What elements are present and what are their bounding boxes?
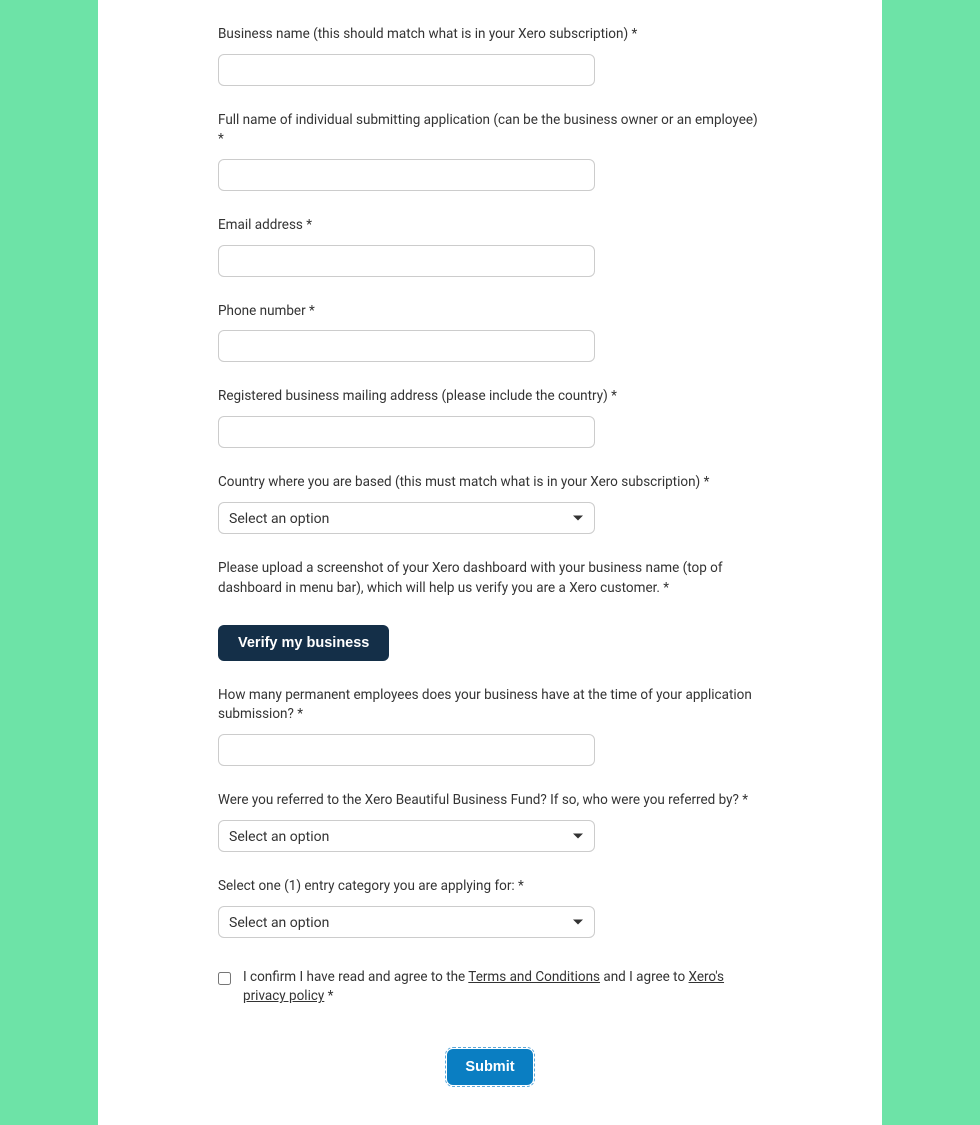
confirm-post: *	[324, 988, 333, 1004]
field-employees: How many permanent employees does your b…	[218, 661, 762, 766]
label-full-name: Full name of individual submitting appli…	[218, 111, 762, 149]
input-full-name[interactable]	[218, 159, 595, 191]
application-form: Business name (this should match what is…	[98, 0, 882, 1125]
upload-instruction: Please upload a screenshot of your Xero …	[218, 559, 762, 598]
field-referred: Were you referred to the Xero Beautiful …	[218, 766, 762, 852]
confirm-checkbox[interactable]	[218, 972, 231, 985]
field-phone: Phone number *	[218, 277, 762, 363]
input-mailing-address[interactable]	[218, 416, 595, 448]
field-mailing-address: Registered business mailing address (ple…	[218, 362, 762, 448]
label-employees: How many permanent employees does your b…	[218, 686, 762, 724]
submit-button[interactable]: Submit	[447, 1049, 532, 1085]
input-phone[interactable]	[218, 330, 595, 362]
field-category: Select one (1) entry category you are ap…	[218, 852, 762, 938]
select-referred[interactable]: Select an option	[218, 820, 595, 852]
input-business-name[interactable]	[218, 54, 595, 86]
label-country: Country where you are based (this must m…	[218, 473, 762, 492]
terms-link[interactable]: Terms and Conditions	[468, 969, 600, 985]
confirm-row: I confirm I have read and agree to the T…	[218, 968, 762, 1007]
field-country: Country where you are based (this must m…	[218, 448, 762, 534]
label-category: Select one (1) entry category you are ap…	[218, 877, 762, 896]
label-business-name: Business name (this should match what is…	[218, 25, 762, 44]
submit-row: Submit	[218, 1049, 762, 1085]
label-email: Email address *	[218, 216, 762, 235]
field-business-name: Business name (this should match what is…	[218, 0, 762, 86]
label-mailing-address: Registered business mailing address (ple…	[218, 387, 762, 406]
input-email[interactable]	[218, 245, 595, 277]
label-phone: Phone number *	[218, 302, 762, 321]
confirm-pre: I confirm I have read and agree to the	[243, 969, 468, 985]
select-category[interactable]: Select an option	[218, 906, 595, 938]
field-full-name: Full name of individual submitting appli…	[218, 86, 762, 191]
label-referred: Were you referred to the Xero Beautiful …	[218, 791, 762, 810]
input-employees[interactable]	[218, 734, 595, 766]
confirm-mid: and I agree to	[600, 969, 689, 985]
select-country[interactable]: Select an option	[218, 502, 595, 534]
field-email: Email address *	[218, 191, 762, 277]
confirm-text: I confirm I have read and agree to the T…	[243, 968, 762, 1007]
verify-business-button[interactable]: Verify my business	[218, 625, 389, 661]
